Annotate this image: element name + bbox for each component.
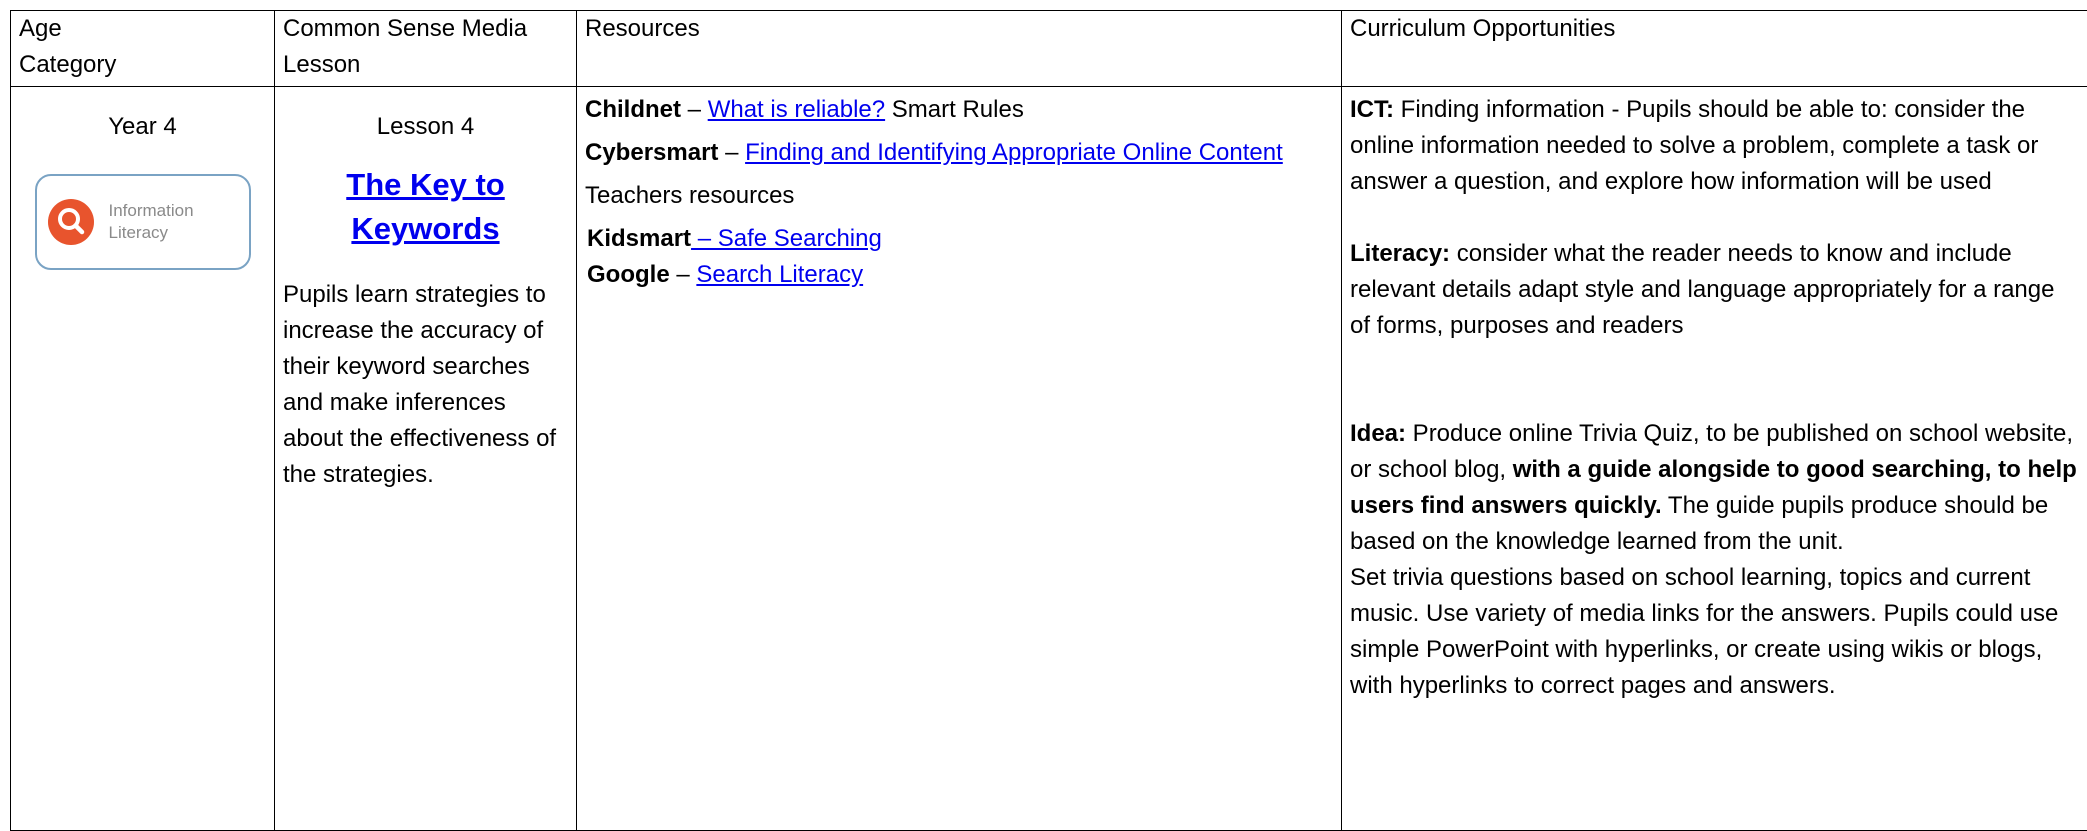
table-header-row: Age Category Common Sense Media Lesson R… <box>11 11 2087 87</box>
document-page: Age Category Common Sense Media Lesson R… <box>0 0 2087 830</box>
cybersmart-link[interactable]: Finding and Identifying Appropriate Onli… <box>745 139 1283 166</box>
lesson-number: Lesson 4 <box>283 109 568 145</box>
cell-lesson: Lesson 4 The Key to Keywords Pupils learn… <box>275 87 577 831</box>
cell-curriculum: ICT: Finding information - Pupils should… <box>1342 87 2087 831</box>
header-resources-text: Resources <box>585 11 1333 47</box>
cybersmart-sep: – <box>718 139 745 166</box>
header-resources: Resources <box>577 11 1342 87</box>
header-curriculum: Curriculum Opportunities <box>1342 11 2087 87</box>
google-label: Google <box>587 261 670 288</box>
lesson-title-line1: The Key to <box>346 167 504 202</box>
childnet-suffix: Smart Rules <box>885 96 1024 123</box>
header-age-category: Age Category <box>11 11 275 87</box>
header-curriculum-text: Curriculum Opportunities <box>1350 11 2079 47</box>
google-resource: Google – Search Literacy <box>585 257 1333 293</box>
cell-age: Year 4 Information Literacy <box>11 87 275 831</box>
idea-label: Idea: <box>1350 420 1406 447</box>
information-literacy-badge: Information Literacy <box>35 174 251 270</box>
childnet-label: Childnet <box>585 96 681 123</box>
header-lesson-text: Common Sense Media Lesson <box>283 11 568 83</box>
cell-resources: Childnet – What is reliable? Smart Rules… <box>577 87 1342 831</box>
lesson-title-line2: Keywords <box>351 211 499 246</box>
lesson-title: The Key to Keywords <box>283 163 568 251</box>
cybersmart-label: Cybersmart <box>585 139 718 166</box>
kidsmart-link[interactable]: – Safe Searching <box>691 225 882 252</box>
google-sep: – <box>670 261 697 288</box>
teachers-resources-label: Teachers resources <box>585 178 1333 214</box>
header-age-text: Age Category <box>19 11 266 83</box>
literacy-text: consider what the reader needs to know a… <box>1350 240 2054 339</box>
literacy-label: Literacy: <box>1350 240 1450 267</box>
year-label: Year 4 <box>19 109 266 145</box>
google-link[interactable]: Search Literacy <box>696 261 863 288</box>
header-lesson: Common Sense Media Lesson <box>275 11 577 87</box>
ict-paragraph: ICT: Finding information - Pupils should… <box>1350 92 2079 200</box>
ict-text: Finding information - Pupils should be a… <box>1350 96 2038 195</box>
idea-paragraph-2: Set trivia questions based on school lea… <box>1350 560 2079 704</box>
childnet-link[interactable]: What is reliable? <box>708 96 885 123</box>
magnifier-icon <box>47 198 95 246</box>
lesson-table: Age Category Common Sense Media Lesson R… <box>10 10 2087 831</box>
cybersmart-resource: Cybersmart – Finding and Identifying App… <box>585 135 1333 171</box>
lesson-title-link[interactable]: The Key to Keywords <box>346 167 504 246</box>
idea-paragraph: Idea: Produce online Trivia Quiz, to be … <box>1350 416 2079 560</box>
badge-label-line1: Information <box>109 200 194 222</box>
lesson-description: Pupils learn strategies to increase the … <box>283 277 568 493</box>
badge-label: Information Literacy <box>109 200 194 244</box>
badge-label-line2: Literacy <box>109 222 194 244</box>
table-row: Year 4 Information Literacy Lesson 4 The… <box>11 87 2087 831</box>
childnet-resource: Childnet – What is reliable? Smart Rules <box>585 92 1333 128</box>
childnet-sep: – <box>681 96 708 123</box>
kidsmart-label: Kidsmart <box>587 225 691 252</box>
ict-label: ICT: <box>1350 96 1394 123</box>
kidsmart-resource: Kidsmart – Safe Searching <box>585 221 1333 257</box>
literacy-paragraph: Literacy: consider what the reader needs… <box>1350 236 2079 344</box>
